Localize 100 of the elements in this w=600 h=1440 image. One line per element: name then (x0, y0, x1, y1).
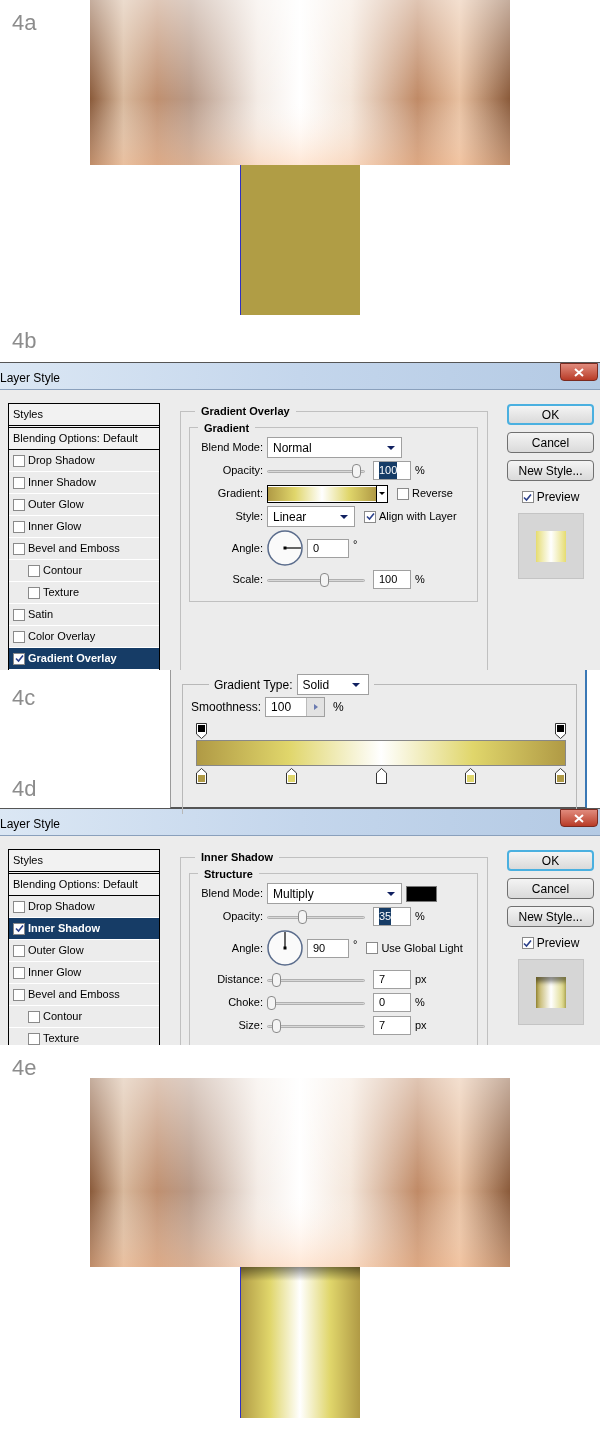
slider-thumb[interactable] (272, 1018, 282, 1033)
group-title: Gradient (203, 420, 251, 436)
dialog-button[interactable]: New Style... (507, 460, 594, 481)
caret-icon (340, 514, 348, 519)
opacity-stop[interactable] (196, 723, 207, 739)
text-selection: 0 (379, 995, 386, 1011)
close-button[interactable] (560, 363, 598, 381)
checkbox[interactable] (28, 1010, 40, 1023)
step-label: 4a (12, 10, 37, 35)
unit-label: % (333, 699, 344, 716)
number-field[interactable]: 7 (373, 1016, 411, 1035)
slider-thumb[interactable] (267, 995, 276, 1010)
checkbox[interactable] (28, 586, 40, 599)
checkbox[interactable] (28, 564, 40, 577)
window-title: Layer Style (0, 370, 61, 387)
color-stop[interactable] (465, 768, 477, 784)
angle-dial[interactable] (267, 930, 303, 966)
color-stop[interactable] (375, 768, 387, 784)
unit-label: % (415, 909, 425, 925)
field-label: Smoothness: (191, 699, 262, 716)
field-label: Angle: (230, 940, 264, 956)
checkbox[interactable] (521, 937, 534, 949)
checkbox[interactable] (13, 542, 25, 555)
unit-label: ° (353, 537, 358, 552)
checkbox-label: Preview (536, 489, 580, 506)
dialog-button[interactable]: New Style... (507, 906, 594, 927)
dropdown[interactable]: Solid (296, 674, 369, 695)
step-label: 4b (12, 328, 37, 353)
color-stop[interactable] (285, 768, 297, 784)
checkbox[interactable] (13, 454, 25, 467)
number-field[interactable]: 0 (373, 993, 411, 1012)
dialog-button[interactable]: OK (507, 404, 594, 425)
unit-label: % (415, 572, 425, 588)
checkbox[interactable] (13, 944, 25, 957)
checkbox-label: Align with Layer (379, 509, 457, 525)
number-field[interactable]: 7 (373, 970, 411, 989)
field-label: Distance: (216, 972, 264, 988)
checkbox[interactable] (13, 900, 25, 913)
number-field[interactable]: 100 (373, 570, 411, 589)
caret-icon (387, 445, 395, 450)
field-label: Blend Mode: (200, 440, 264, 456)
checkbox[interactable] (13, 476, 25, 489)
list-header: Styles (9, 404, 159, 428)
text-selection: 100 (379, 462, 398, 479)
style-list-item[interactable]: Blending Options: Default (9, 874, 159, 896)
checkbox[interactable] (13, 922, 25, 935)
style-list-item[interactable]: Blending Options: Default (9, 428, 159, 450)
slider-thumb[interactable] (298, 909, 308, 924)
unit-label: % (415, 995, 425, 1011)
number-field[interactable]: 0 (307, 538, 349, 558)
color-stop[interactable] (555, 768, 566, 784)
window-title: Layer Style (0, 816, 61, 833)
slider-thumb[interactable] (320, 572, 330, 587)
checkbox[interactable] (521, 491, 534, 503)
dialog-button[interactable]: OK (507, 850, 594, 871)
dropdown[interactable]: Linear (267, 506, 355, 527)
dropdown[interactable]: Multiply (267, 883, 402, 904)
checkbox[interactable] (13, 988, 25, 1001)
dialog-button[interactable]: Cancel (507, 878, 594, 899)
step-label: 4c (12, 687, 37, 709)
field-label: Gradient Type: (214, 676, 293, 694)
checkbox[interactable] (13, 498, 25, 511)
slider-thumb[interactable] (352, 463, 362, 478)
dropdown[interactable]: Normal (267, 437, 402, 458)
unit-label: ° (353, 937, 358, 952)
number-field[interactable]: 100 (265, 697, 326, 717)
close-button[interactable] (560, 809, 598, 827)
number-field[interactable]: 100 (373, 461, 411, 480)
color-swatch[interactable] (406, 885, 437, 902)
checkbox[interactable] (397, 487, 409, 500)
field-label: Angle: (230, 540, 264, 556)
unit-label: % (415, 463, 425, 479)
stepper-button[interactable] (306, 698, 325, 716)
step-label: 4e (12, 1055, 37, 1080)
checkbox[interactable] (366, 942, 379, 954)
checkbox[interactable] (28, 1032, 40, 1045)
number-field[interactable]: 35 (373, 907, 411, 926)
style-list-item[interactable]: Gradient Overlay (9, 648, 159, 670)
checkbox-label: Use Global Light (381, 940, 463, 956)
text-selection: 90 (313, 940, 326, 956)
number-field[interactable]: 90 (307, 938, 349, 958)
gradient-picker[interactable] (267, 484, 388, 503)
triangle-icon (313, 704, 318, 710)
checkbox[interactable] (13, 630, 25, 643)
checkbox[interactable] (13, 608, 25, 621)
checkbox[interactable] (364, 510, 376, 523)
caret-icon (387, 891, 395, 896)
checkbox[interactable] (13, 652, 25, 665)
checkbox[interactable] (13, 520, 25, 533)
checkbox[interactable] (13, 966, 25, 979)
opacity-stop[interactable] (555, 723, 566, 739)
slider-thumb[interactable] (272, 972, 282, 987)
panel-title: Inner Shadow (200, 850, 275, 865)
unit-label: px (415, 1018, 427, 1034)
style-list-item[interactable]: Inner Shadow (9, 918, 159, 940)
dialog-button[interactable]: Cancel (507, 432, 594, 453)
color-stop[interactable] (196, 768, 207, 784)
list-header: Styles (9, 850, 159, 874)
close-icon (574, 367, 584, 377)
angle-dial[interactable] (267, 530, 303, 566)
